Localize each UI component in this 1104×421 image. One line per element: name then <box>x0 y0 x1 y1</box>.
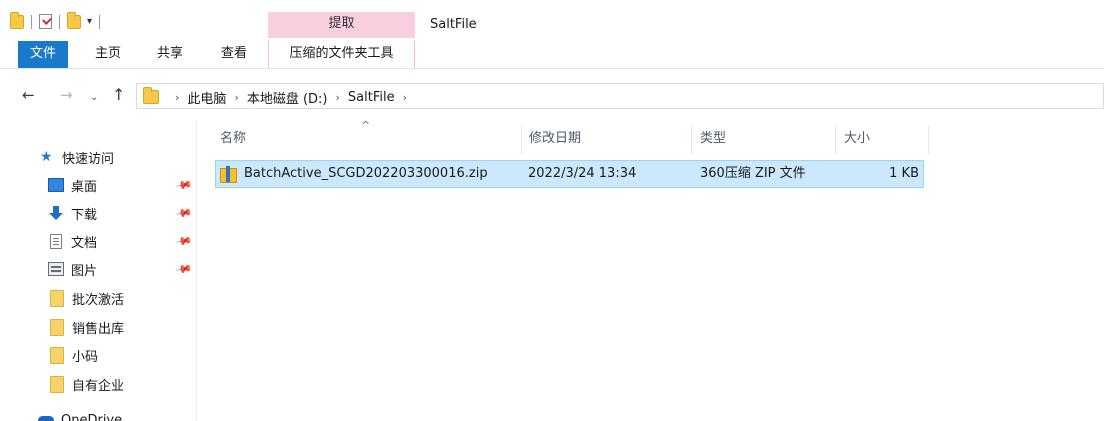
pin-icon[interactable]: 📌 <box>175 232 194 251</box>
address-bar[interactable]: › 此电脑 › 本地磁盘 (D:) › SaltFile › <box>136 83 1104 109</box>
sidebar-item-label: 快速访问 <box>62 151 115 167</box>
folder-icon <box>50 318 64 336</box>
breadcrumb-local-disk[interactable]: 本地磁盘 (D:) <box>247 88 328 107</box>
sidebar-item-label: 图片 <box>71 263 98 279</box>
zip-archive-icon <box>220 166 237 183</box>
sidebar-item-pictures[interactable]: 图片 📌 <box>0 256 197 282</box>
column-divider[interactable] <box>521 126 522 154</box>
title-bar: ▾ 提取 SaltFile <box>0 0 1104 40</box>
navigation-bar: ← → ⌄ ↑ › 此电脑 › 本地磁盘 (D:) › SaltFile › <box>0 81 1104 111</box>
sidebar-item-label: 销售出库 <box>72 321 125 337</box>
folder-icon <box>50 346 64 364</box>
properties-icon[interactable] <box>39 14 52 29</box>
sidebar-item-label: 文档 <box>71 235 98 251</box>
sidebar-item-sales-outbound[interactable]: 销售出库 <box>0 314 197 340</box>
download-icon <box>48 206 64 220</box>
sidebar-item-onedrive[interactable]: OneDrive <box>0 407 197 421</box>
file-list: ^ 名称 修改日期 类型 大小 BatchActive_SCGD20220330… <box>198 112 1104 421</box>
pictures-icon <box>48 262 64 276</box>
column-header-type[interactable]: 类型 <box>700 122 726 156</box>
sidebar-item-own-enterprise[interactable]: 自有企业 <box>0 371 197 397</box>
tab-file[interactable]: 文件 <box>18 41 68 68</box>
toolbar-separator <box>59 14 60 29</box>
column-header-name[interactable]: 名称 <box>220 122 246 156</box>
sidebar-item-label: 下载 <box>71 207 98 223</box>
up-arrow-icon[interactable]: ↑ <box>112 85 125 105</box>
sidebar-item-small-code[interactable]: 小码 <box>0 342 197 368</box>
window-title: SaltFile <box>430 17 477 32</box>
file-size: 1 KB <box>889 166 919 181</box>
folder-icon <box>10 11 24 29</box>
tab-home[interactable]: 主页 <box>92 40 124 68</box>
star-icon: ★ <box>40 149 53 165</box>
toolbar-separator <box>99 14 101 29</box>
folder-icon <box>143 87 159 104</box>
sidebar-item-documents[interactable]: 文档 📌 <box>0 228 197 254</box>
sidebar-item-label: 自有企业 <box>72 378 125 394</box>
recent-locations-icon[interactable]: ⌄ <box>90 88 98 108</box>
column-divider[interactable] <box>835 126 836 154</box>
sidebar-item-downloads[interactable]: 下载 📌 <box>0 200 197 226</box>
file-name[interactable]: BatchActive_SCGD202203300016.zip <box>244 161 488 187</box>
table-row[interactable]: BatchActive_SCGD202203300016.zip 2022/3/… <box>215 160 924 188</box>
sidebar-item-batch-activation[interactable]: 批次激活 <box>0 285 197 311</box>
tab-compressed-folder-tools[interactable]: 压缩的文件夹工具 <box>268 40 415 68</box>
pin-icon[interactable]: 📌 <box>175 204 194 223</box>
breadcrumb-saltfile[interactable]: SaltFile <box>348 90 395 105</box>
tab-view[interactable]: 查看 <box>218 40 250 68</box>
ribbon-tabs: 文件 主页 共享 查看 压缩的文件夹工具 <box>0 40 1104 69</box>
breadcrumb-separator[interactable]: › <box>403 91 407 104</box>
sidebar-item-label: 批次激活 <box>72 292 125 308</box>
document-icon <box>50 233 62 249</box>
customize-toolbar-icon[interactable]: ▾ <box>87 16 92 27</box>
folder-icon <box>50 375 64 393</box>
column-header-size[interactable]: 大小 <box>844 122 870 156</box>
breadcrumb-separator[interactable]: › <box>175 91 179 104</box>
column-divider[interactable] <box>691 126 692 154</box>
column-header-modified[interactable]: 修改日期 <box>529 122 581 156</box>
pin-icon[interactable]: 📌 <box>175 260 194 279</box>
folder-icon <box>50 289 64 307</box>
cloud-icon <box>38 415 54 421</box>
sidebar-item-label: 小码 <box>72 349 99 365</box>
toolbar-separator <box>31 14 32 29</box>
breadcrumb-this-pc[interactable]: 此电脑 <box>187 88 226 107</box>
new-folder-icon[interactable] <box>67 11 81 29</box>
pin-icon[interactable]: 📌 <box>175 176 194 195</box>
sidebar-item-label: 桌面 <box>71 179 98 195</box>
sidebar-item-label: OneDrive <box>61 412 123 421</box>
quick-access-toolbar: ▾ <box>10 11 103 29</box>
breadcrumb-separator[interactable]: › <box>234 91 238 104</box>
tab-share[interactable]: 共享 <box>154 40 186 68</box>
navigation-pane: ★ 快速访问 桌面 📌 下载 📌 文档 📌 图片 📌 批次激活 销售出库 小码 … <box>0 120 197 421</box>
column-divider[interactable] <box>928 126 929 154</box>
contextual-tab-group-extract: 提取 <box>268 12 415 38</box>
desktop-icon <box>48 178 64 192</box>
sort-ascending-icon: ^ <box>361 119 371 132</box>
forward-arrow-icon[interactable]: → <box>60 85 73 105</box>
back-arrow-icon[interactable]: ← <box>22 85 35 105</box>
sidebar-item-desktop[interactable]: 桌面 📌 <box>0 172 197 198</box>
breadcrumb: › 此电脑 › 本地磁盘 (D:) › SaltFile › <box>167 88 415 107</box>
file-modified: 2022/3/24 13:34 <box>528 166 637 181</box>
breadcrumb-separator[interactable]: › <box>336 91 340 104</box>
sidebar-item-quick-access[interactable]: ★ 快速访问 <box>0 144 197 170</box>
file-type: 360压缩 ZIP 文件 <box>700 166 806 181</box>
